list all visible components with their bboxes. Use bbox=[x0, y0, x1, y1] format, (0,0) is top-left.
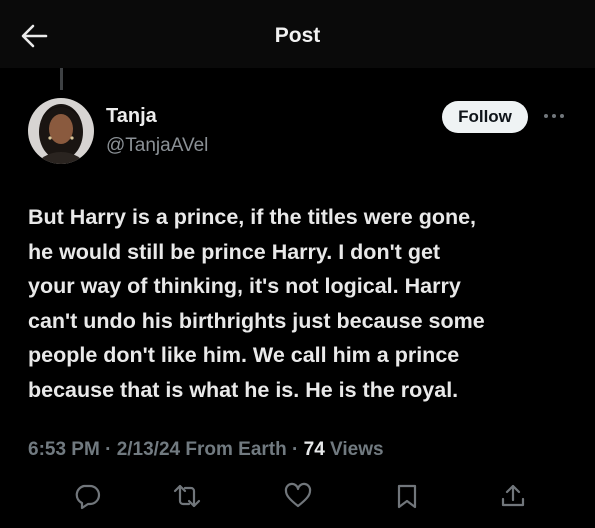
author-name[interactable]: Tanja bbox=[106, 104, 157, 128]
reply-button[interactable] bbox=[72, 482, 102, 510]
avatar-photo bbox=[28, 98, 94, 164]
more-horizontal-icon bbox=[544, 114, 564, 118]
tweet-meta: 6:53 PM · 2/13/24 From Earth · 74 Views bbox=[28, 437, 384, 463]
like-button[interactable] bbox=[283, 482, 313, 510]
share-icon bbox=[501, 484, 525, 507]
tweet-time[interactable]: 6:53 PM bbox=[28, 439, 100, 460]
follow-button[interactable]: Follow bbox=[442, 101, 528, 133]
bookmark-button[interactable] bbox=[392, 482, 422, 510]
meta-separator: · bbox=[99, 439, 117, 460]
reply-icon bbox=[75, 484, 101, 510]
repost-icon bbox=[173, 484, 201, 508]
views-label[interactable]: Views bbox=[325, 439, 384, 460]
share-button[interactable] bbox=[498, 482, 528, 510]
views-count[interactable]: 74 bbox=[304, 439, 325, 460]
more-options-button[interactable] bbox=[540, 106, 568, 126]
tweet-date[interactable]: 2/13/24 bbox=[117, 439, 180, 460]
author-handle[interactable]: @TanjaAVel bbox=[106, 134, 208, 158]
thread-connector-line bbox=[60, 68, 63, 90]
tweet-source: From Earth bbox=[180, 439, 287, 460]
heart-icon bbox=[284, 482, 312, 508]
top-bar: Post bbox=[0, 0, 595, 68]
repost-button[interactable] bbox=[172, 482, 202, 510]
page-title: Post bbox=[274, 24, 321, 47]
bookmark-icon bbox=[397, 484, 417, 509]
tweet-text: But Harry is a prince, if the titles wer… bbox=[28, 205, 485, 402]
avatar[interactable] bbox=[28, 98, 94, 164]
meta-separator: · bbox=[286, 439, 304, 460]
